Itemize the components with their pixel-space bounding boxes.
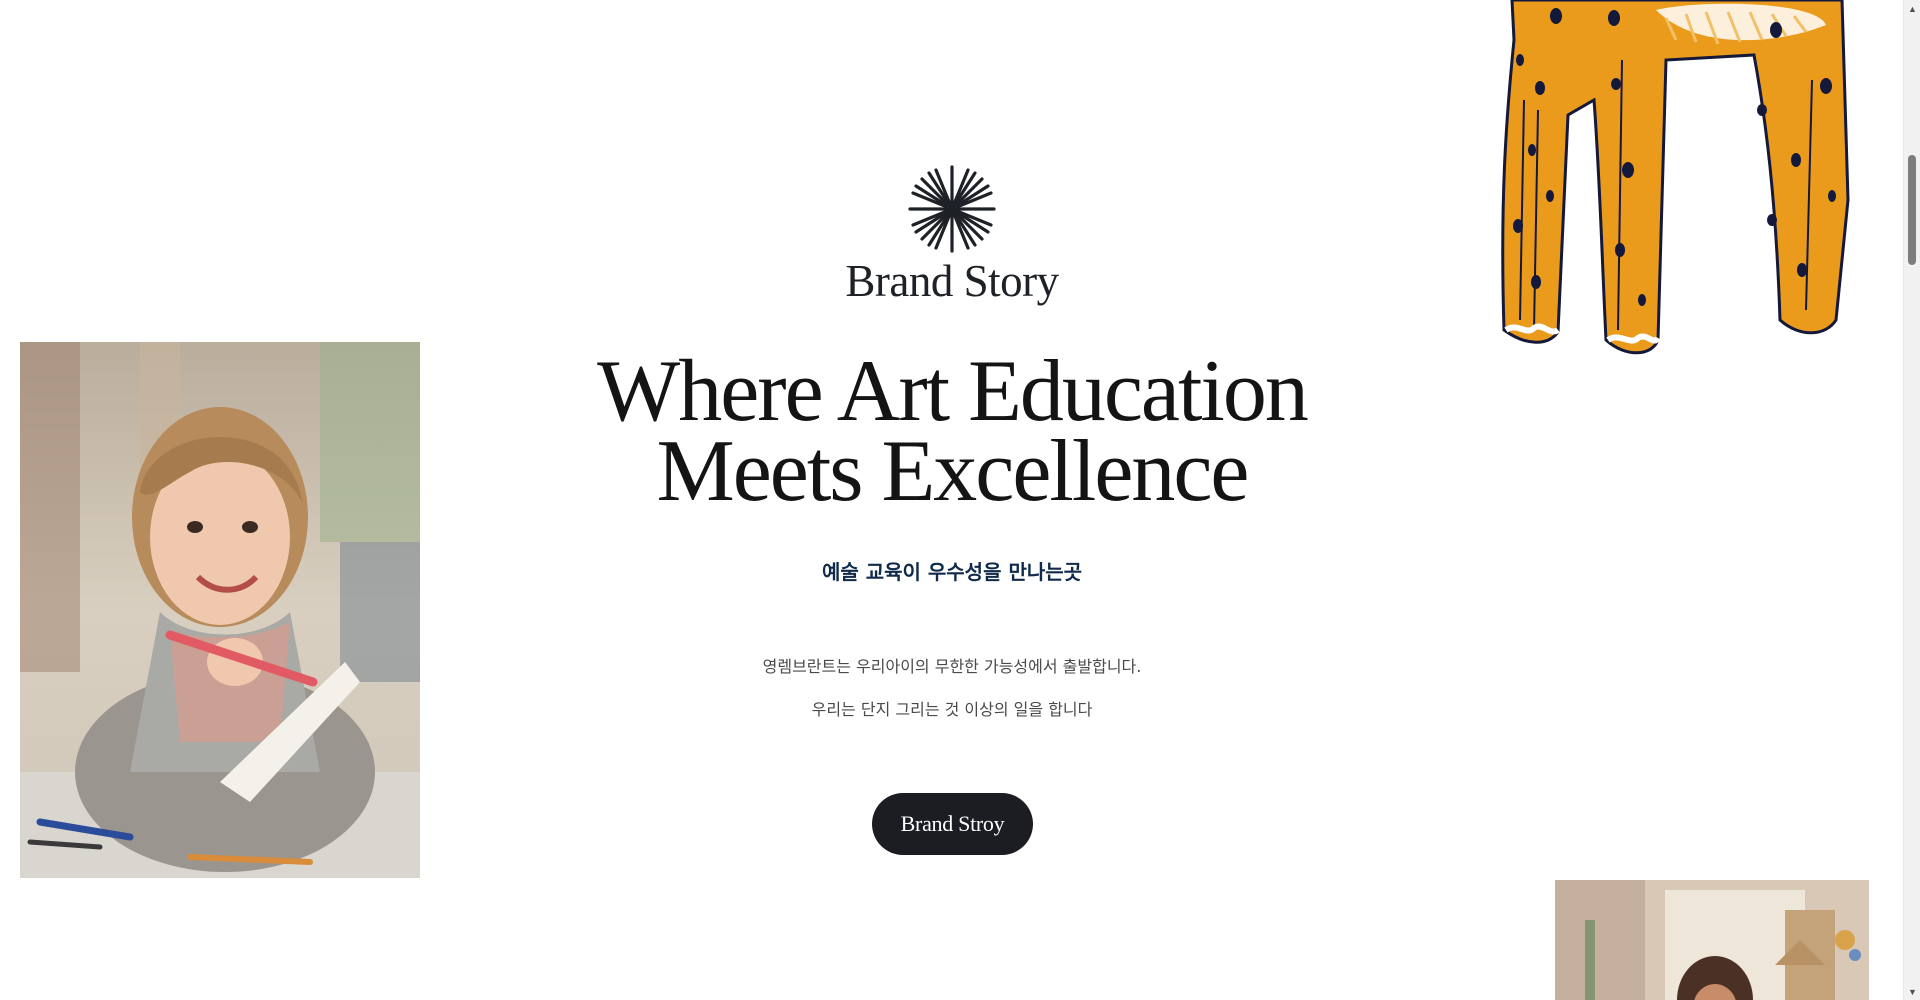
headline-line-1: Where Art Education	[597, 343, 1309, 440]
child-drawing-photo	[20, 342, 420, 878]
arrow-down-icon[interactable]: ▼	[1904, 983, 1920, 1000]
starburst-icon	[908, 165, 996, 253]
korean-subtitle: 예술 교육이 우수성을 만나는곳	[821, 560, 1083, 584]
description-line-2: 우리는 단지 그리는 것 이상의 일을 합니다	[811, 700, 1093, 719]
page: Brand Story Where Art Education Meets Ex…	[0, 0, 1903, 1000]
vertical-scrollbar[interactable]: ▲ ▼	[1903, 0, 1920, 1000]
art-class-photo	[1555, 880, 1869, 1000]
description-line-1: 영렘브란트는 우리아이의 무한한 가능성에서 출발합니다.	[762, 657, 1142, 676]
arrow-up-icon[interactable]: ▲	[1904, 0, 1920, 17]
scrollbar-thumb[interactable]	[1908, 155, 1916, 265]
brand-story-button[interactable]: Brand Stroy	[872, 793, 1033, 855]
headline-line-2: Meets Excellence	[656, 423, 1249, 520]
page-title: Where Art Education Meets Excellence	[520, 343, 1384, 520]
section-eyebrow: Brand Story	[845, 256, 1059, 306]
description: 영렘브란트는 우리아이의 무한한 가능성에서 출발합니다. 우리는 단지 그리는…	[520, 645, 1384, 731]
leopard-illustration	[1501, 0, 1850, 355]
